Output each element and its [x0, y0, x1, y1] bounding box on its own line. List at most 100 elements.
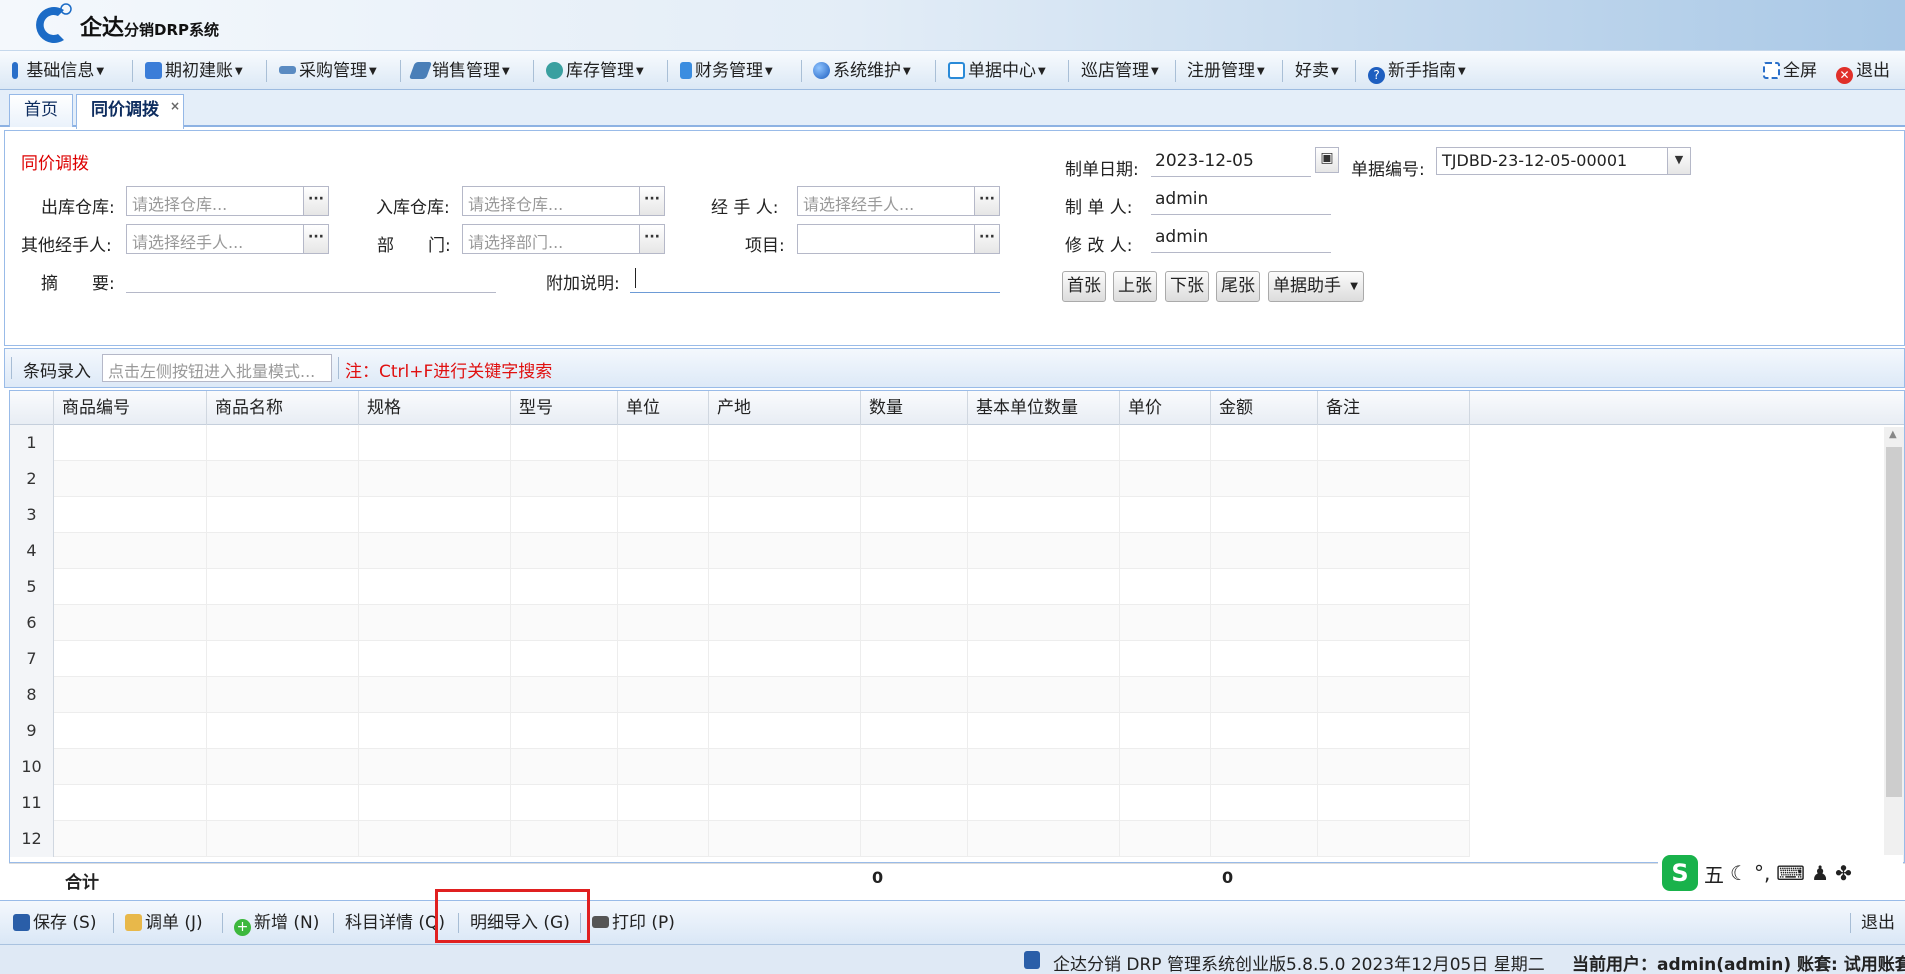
- grid-cell[interactable]: [511, 461, 618, 497]
- grid-cell[interactable]: [1211, 677, 1318, 713]
- grid-cell[interactable]: [207, 641, 359, 677]
- exit-button[interactable]: 退出: [1861, 911, 1895, 935]
- grid-cell[interactable]: [968, 497, 1120, 533]
- grid-cell[interactable]: [968, 533, 1120, 569]
- menu-opening-accounts[interactable]: 期初建账 ▼: [145, 59, 243, 83]
- grid-cell[interactable]: [207, 677, 359, 713]
- department-picker-button[interactable]: ···: [639, 224, 665, 254]
- table-row[interactable]: 6: [10, 605, 1470, 641]
- grid-cell[interactable]: [207, 713, 359, 749]
- grid-cell[interactable]: [207, 749, 359, 785]
- grid-cell[interactable]: [1318, 533, 1470, 569]
- grid-cell[interactable]: [618, 497, 709, 533]
- grid-cell[interactable]: [359, 749, 511, 785]
- grid-cell[interactable]: [1211, 425, 1318, 461]
- grid-cell[interactable]: [709, 605, 861, 641]
- table-row[interactable]: 8: [10, 677, 1470, 713]
- grid-cell[interactable]: [968, 785, 1120, 821]
- grid-cell[interactable]: [709, 461, 861, 497]
- scrollbar-thumb[interactable]: [1886, 447, 1902, 797]
- grid-cell[interactable]: [1120, 569, 1211, 605]
- grid-cell[interactable]: [618, 641, 709, 677]
- grid-cell[interactable]: [511, 533, 618, 569]
- table-row[interactable]: 11: [10, 785, 1470, 821]
- col-product-code[interactable]: 商品编号: [54, 391, 207, 425]
- grid-cell[interactable]: [1318, 425, 1470, 461]
- grid-cell[interactable]: [359, 713, 511, 749]
- col-spec[interactable]: 规格: [359, 391, 511, 425]
- grid-cell[interactable]: [1120, 677, 1211, 713]
- grid-cell[interactable]: [1120, 533, 1211, 569]
- grid-cell[interactable]: [511, 713, 618, 749]
- grid-cell[interactable]: [968, 425, 1120, 461]
- grid-cell[interactable]: [861, 533, 968, 569]
- grid-cell[interactable]: [709, 569, 861, 605]
- other-handler-picker-button[interactable]: ···: [303, 224, 329, 254]
- grid-cell[interactable]: [968, 569, 1120, 605]
- grid-cell[interactable]: [861, 641, 968, 677]
- grid-cell[interactable]: [1120, 605, 1211, 641]
- scroll-up-icon[interactable]: ▲: [1889, 429, 1897, 440]
- grid-cell[interactable]: [1318, 497, 1470, 533]
- menu-purchase[interactable]: 采购管理 ▼: [279, 59, 377, 83]
- table-row[interactable]: 12: [10, 821, 1470, 857]
- menu-beginner-guide[interactable]: ? 新手指南 ▼: [1368, 59, 1466, 84]
- table-row[interactable]: 9: [10, 713, 1470, 749]
- fullscreen-button[interactable]: 全屏: [1763, 59, 1817, 83]
- grid-cell[interactable]: [618, 425, 709, 461]
- grid-cell[interactable]: [207, 785, 359, 821]
- grid-cell[interactable]: [359, 821, 511, 857]
- grid-cell[interactable]: [511, 425, 618, 461]
- grid-cell[interactable]: [54, 677, 207, 713]
- first-doc-button[interactable]: 首张: [1062, 271, 1106, 302]
- grid-cell[interactable]: [1120, 821, 1211, 857]
- grid-cell[interactable]: [511, 677, 618, 713]
- grid-cell[interactable]: [861, 461, 968, 497]
- grid-cell[interactable]: [54, 425, 207, 461]
- grid-cell[interactable]: [54, 785, 207, 821]
- grid-cell[interactable]: [618, 569, 709, 605]
- note-input[interactable]: [630, 265, 1000, 293]
- col-remark[interactable]: 备注: [1318, 391, 1470, 425]
- grid-cell[interactable]: [709, 749, 861, 785]
- keyboard-icon[interactable]: ⌨: [1776, 861, 1805, 885]
- grid-cell[interactable]: [1211, 785, 1318, 821]
- grid-cell[interactable]: [1211, 821, 1318, 857]
- grid-cell[interactable]: [1120, 641, 1211, 677]
- grid-cell[interactable]: [861, 425, 968, 461]
- grid-cell[interactable]: [968, 821, 1120, 857]
- grid-cell[interactable]: [861, 569, 968, 605]
- table-row[interactable]: 2: [10, 461, 1470, 497]
- calendar-icon[interactable]: ▣: [1315, 147, 1339, 173]
- grid-cell[interactable]: [359, 425, 511, 461]
- next-doc-button[interactable]: 下张: [1165, 271, 1209, 302]
- grid-cell[interactable]: [207, 605, 359, 641]
- grid-cell[interactable]: [207, 425, 359, 461]
- grid-cell[interactable]: [1120, 461, 1211, 497]
- grid-cell[interactable]: [861, 749, 968, 785]
- col-quantity[interactable]: 数量: [861, 391, 968, 425]
- grid-cell[interactable]: [861, 821, 968, 857]
- grid-cell[interactable]: [861, 785, 968, 821]
- grid-cell[interactable]: [359, 641, 511, 677]
- docno-input[interactable]: TJDBD-23-12-05-00001: [1436, 147, 1668, 175]
- grid-cell[interactable]: [359, 677, 511, 713]
- grid-cell[interactable]: [968, 713, 1120, 749]
- tab-close-icon[interactable]: ×: [170, 91, 180, 122]
- grid-cell[interactable]: [511, 749, 618, 785]
- other-handler-input[interactable]: 请选择经手人...: [126, 224, 304, 254]
- user-icon[interactable]: ♟: [1811, 861, 1829, 885]
- grid-cell[interactable]: [968, 641, 1120, 677]
- exit-menu-button[interactable]: ✕ 退出: [1836, 59, 1890, 84]
- grid-cell[interactable]: [968, 605, 1120, 641]
- grid-cell[interactable]: [1120, 785, 1211, 821]
- grid-cell[interactable]: [618, 461, 709, 497]
- grid-cell[interactable]: [1318, 677, 1470, 713]
- grid-cell[interactable]: [1318, 569, 1470, 605]
- grid-cell[interactable]: [359, 533, 511, 569]
- grid-cell[interactable]: [359, 497, 511, 533]
- handler-input[interactable]: 请选择经手人...: [797, 186, 975, 216]
- grid-cell[interactable]: [207, 461, 359, 497]
- barcode-input[interactable]: 点击左侧按钮进入批量模式...: [102, 354, 332, 382]
- grid-cell[interactable]: [1211, 641, 1318, 677]
